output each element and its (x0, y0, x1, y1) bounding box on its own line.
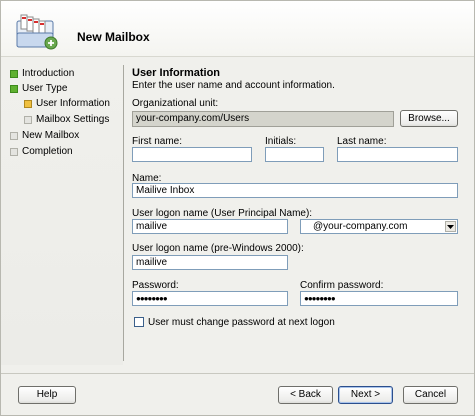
step-introduction: Introduction (10, 68, 74, 79)
first-name-input[interactable] (132, 147, 252, 162)
first-name-label: First name: (132, 136, 183, 147)
step-label: User Information (36, 98, 110, 109)
upn-domain-select[interactable]: @your-company.com (300, 219, 458, 234)
initials-label: Initials: (265, 136, 297, 147)
pre2000-input[interactable]: mailive (132, 255, 288, 270)
upn-input[interactable]: mailive (132, 219, 288, 234)
step-label: Mailbox Settings (36, 114, 110, 125)
page-title: User Information (132, 67, 221, 79)
step-label: New Mailbox (22, 130, 80, 141)
step-completion: Completion (10, 146, 73, 157)
step-pending-icon (10, 131, 18, 140)
step-label: Completion (22, 146, 73, 157)
last-name-label: Last name: (337, 136, 387, 147)
step-pending-icon (24, 115, 32, 124)
browse-button[interactable]: Browse... (400, 110, 458, 127)
last-name-input[interactable] (337, 147, 458, 162)
initials-input[interactable] (265, 147, 324, 162)
name-input[interactable]: Mailive Inbox (132, 183, 458, 198)
must-change-password-checkbox[interactable] (134, 317, 144, 327)
step-complete-icon (10, 69, 18, 78)
wizard-title: New Mailbox (77, 30, 150, 44)
must-change-password-label: User must change password at next logon (148, 317, 335, 328)
step-label: User Type (22, 83, 68, 94)
upn-label: User logon name (User Principal Name): (132, 208, 313, 219)
step-current-icon (24, 99, 32, 108)
step-mailbox-settings: Mailbox Settings (24, 114, 109, 125)
nav-divider (123, 65, 124, 361)
org-unit-field: your-company.com/Users (132, 111, 394, 127)
step-complete-icon (10, 84, 18, 93)
cancel-button[interactable]: Cancel (403, 386, 458, 404)
upn-domain-value: @your-company.com (313, 221, 408, 232)
password-input[interactable]: ●●●●●●●● (132, 291, 288, 306)
password-label: Password: (132, 280, 179, 291)
confirm-password-input[interactable]: ●●●●●●●● (300, 291, 458, 306)
pre2000-label: User logon name (pre-Windows 2000): (132, 243, 304, 254)
step-new-mailbox: New Mailbox (10, 130, 79, 141)
step-user-type: User Type (10, 83, 67, 94)
confirm-password-label: Confirm password: (300, 280, 384, 291)
back-button[interactable]: < Back (278, 386, 333, 404)
step-user-information: User Information (24, 98, 110, 109)
step-pending-icon (10, 147, 18, 156)
wizard-header: New Mailbox (1, 1, 474, 57)
help-button[interactable]: Help (18, 386, 76, 404)
footer-divider (1, 373, 474, 374)
org-unit-label: Organizational unit: (132, 98, 219, 109)
new-mailbox-wizard: New Mailbox Introduction User Type User … (0, 0, 475, 416)
wizard-steps: Introduction User Type User Information … (1, 58, 123, 365)
step-label: Introduction (22, 68, 75, 79)
mailbox-icon (16, 14, 58, 50)
next-button[interactable]: Next > (338, 386, 393, 404)
page-description: Enter the user name and account informat… (132, 80, 335, 91)
chevron-down-icon[interactable] (445, 221, 456, 232)
